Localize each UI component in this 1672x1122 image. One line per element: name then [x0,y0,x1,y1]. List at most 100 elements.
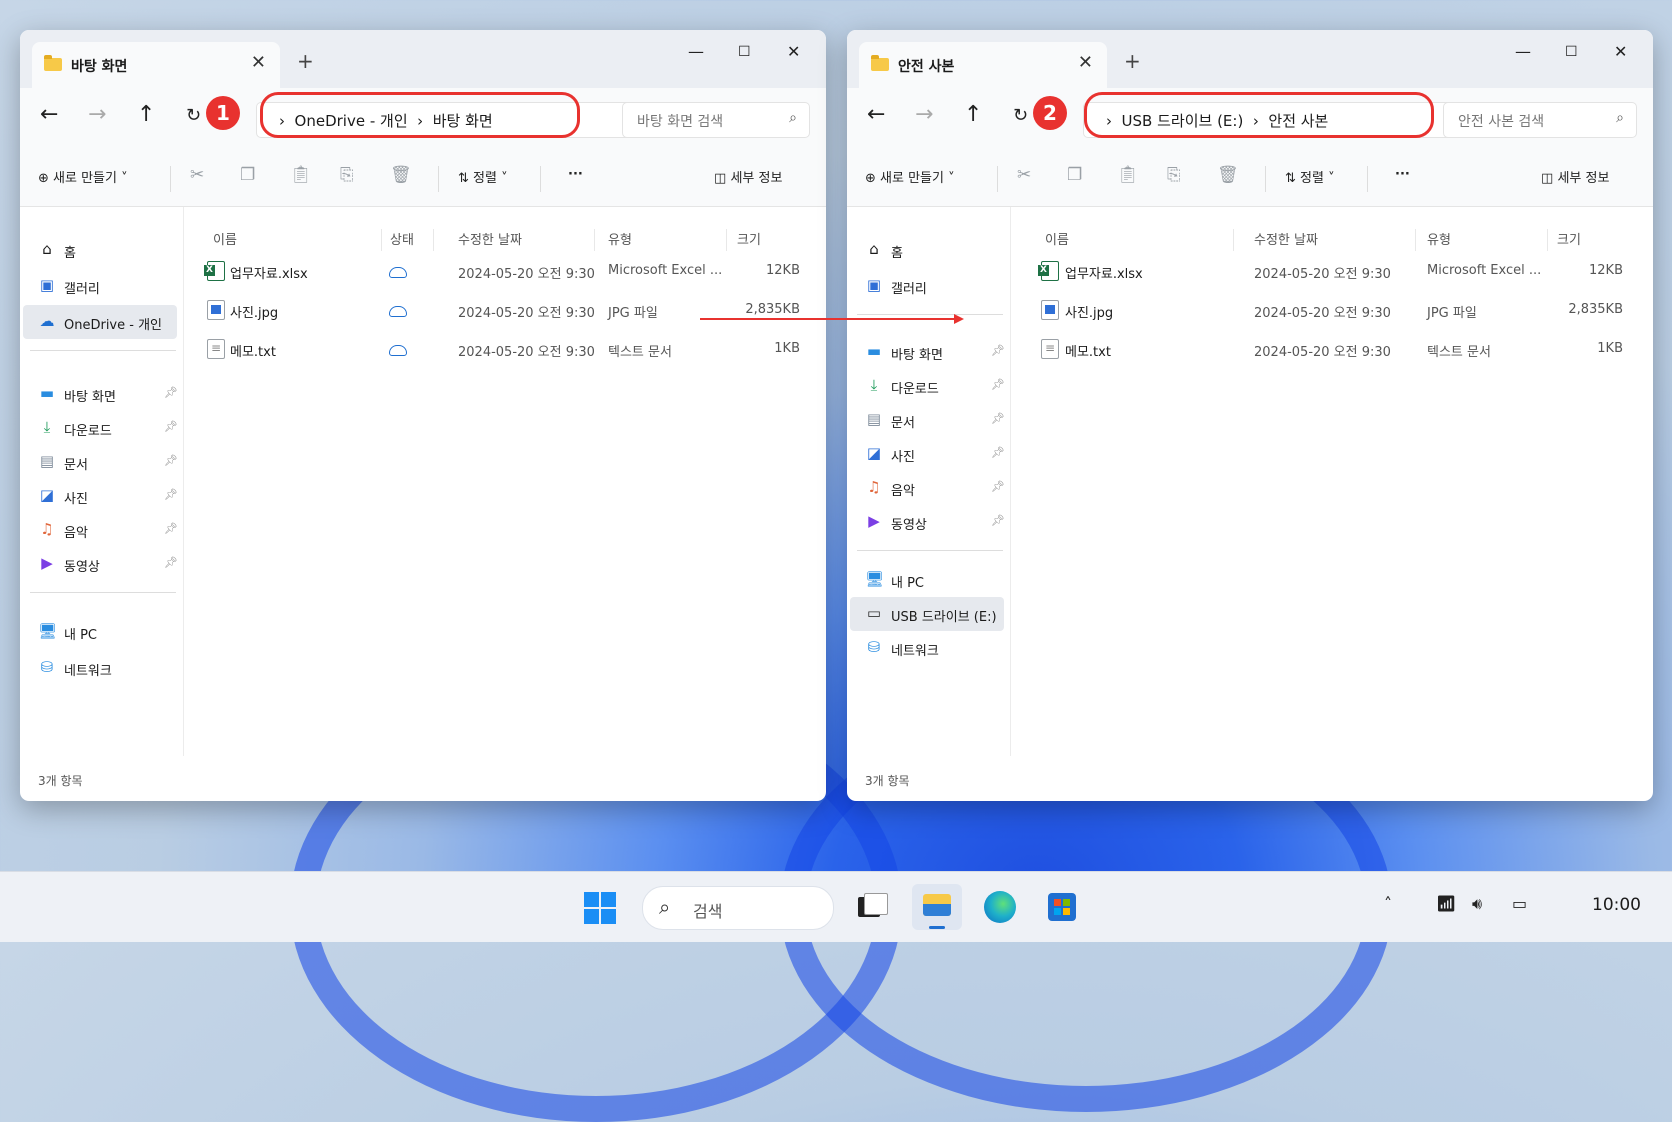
refresh-icon[interactable]: ↻ [1013,105,1028,126]
close-tab-icon[interactable]: ✕ [1078,52,1093,73]
pc-icon: 🖥︎ [38,622,58,640]
sidebar-item-documents[interactable]: ▤ 문서 📌︎ [865,403,1007,437]
taskbar-search[interactable]: ⌕ 검색 [642,886,834,930]
pin-icon: 📌︎ [991,514,1005,527]
column-header-status[interactable]: 상태 [390,229,414,248]
minimize-icon[interactable]: — [1515,42,1531,61]
excel-file-icon [1038,261,1059,281]
maximize-icon[interactable]: ☐ [1565,44,1578,60]
minimize-icon[interactable]: — [688,42,704,61]
forward-icon[interactable]: → [88,102,106,127]
sidebar-item-videos[interactable]: ▶ 동영상 📌︎ [38,547,180,581]
sidebar-item-gallery[interactable]: ▣ 갤러리 [38,269,180,303]
column-header-date[interactable]: 수정한 날짜 [1254,229,1318,248]
battery-icon[interactable]: ▭ [1512,894,1527,913]
search-box[interactable]: 바탕 화면 검색 ⌕ [622,102,810,138]
file-date: 2024-05-20 오전 9:30 [1254,306,1391,321]
column-header-type[interactable]: 유형 [1427,229,1451,248]
sidebar-item-desktop[interactable]: ▬ 바탕 화면 📌︎ [865,335,1007,369]
clock[interactable]: 10:00 [1592,895,1641,915]
sidebar-item-pictures[interactable]: ◪ 사진 📌︎ [865,437,1007,471]
column-header-type[interactable]: 유형 [608,229,632,248]
new-tab-icon[interactable]: + [1124,49,1141,73]
rename-icon[interactable]: ⎘ [1167,165,1181,185]
paste-icon[interactable]: 📋︎ [1117,165,1139,185]
sidebar-item-gallery[interactable]: ▣ 갤러리 [865,269,1007,303]
start-button[interactable] [584,892,616,924]
delete-icon[interactable]: 🗑︎ [1217,165,1239,185]
wifi-icon[interactable]: 📶︎ [1436,894,1456,913]
sidebar-item-documents[interactable]: ▤ 문서 📌︎ [38,445,180,479]
cut-icon[interactable]: ✂ [1017,165,1031,185]
sort-button[interactable]: ⇅ 정렬 ˅ [1285,167,1335,186]
volume-icon[interactable]: 🔊︎ [1472,894,1482,914]
rename-icon[interactable]: ⎘ [340,165,354,185]
tab-backup[interactable]: 안전 사본 ✕ [859,42,1107,88]
refresh-icon[interactable]: ↻ [186,105,201,126]
gallery-icon: ▣ [39,276,55,294]
maximize-icon[interactable]: ☐ [738,44,751,60]
forward-icon[interactable]: → [915,102,933,127]
text-file-icon [207,339,225,359]
details-button[interactable]: ◫ 세부 정보 [1541,167,1609,186]
pane-divider [1010,207,1011,756]
search-box[interactable]: 안전 사본 검색 ⌕ [1443,102,1637,138]
copy-icon[interactable]: ❐ [1067,165,1082,185]
pin-icon: 📌︎ [991,378,1005,391]
tab-desktop[interactable]: 바탕 화면 ✕ [32,42,280,88]
back-icon[interactable]: ← [40,102,58,127]
column-header-date[interactable]: 수정한 날짜 [458,229,522,248]
paste-icon[interactable]: 📋︎ [290,165,312,185]
close-window-icon[interactable]: ✕ [1614,42,1627,61]
delete-icon[interactable]: 🗑︎ [390,165,412,185]
column-header-size[interactable]: 크기 [737,229,761,248]
task-view-icon[interactable] [852,887,892,927]
chevron-up-icon[interactable]: ˄ [1384,894,1392,913]
store-icon[interactable] [1042,887,1082,927]
up-icon[interactable]: ↑ [137,102,155,127]
pin-icon: 📌︎ [991,446,1005,459]
search-icon: ⌕ [1616,110,1624,126]
sidebar-item-music[interactable]: ♫ 음악 📌︎ [38,513,180,547]
column-header-size[interactable]: 크기 [1557,229,1581,248]
pin-icon: 📌︎ [991,480,1005,493]
sidebar-label: 동영상 [64,560,100,575]
sidebar-item-network[interactable]: ⛁ 네트워크 [38,651,180,685]
column-header-name[interactable]: 이름 [1045,229,1069,248]
sidebar-item-pictures[interactable]: ◪ 사진 📌︎ [38,479,180,513]
image-file-icon [1041,300,1059,320]
close-window-icon[interactable]: ✕ [787,42,800,61]
sidebar-item-home[interactable]: ⌂ 홈 [38,233,180,267]
cut-icon[interactable]: ✂ [190,165,204,185]
sidebar-item-home[interactable]: ⌂ 홈 [865,233,1007,267]
sidebar-item-downloads[interactable]: ⤓ 다운로드 📌︎ [865,369,1007,403]
sort-button[interactable]: ⇅ 정렬 ˅ [458,167,508,186]
sidebar-item-network[interactable]: ⛁ 네트워크 [865,631,1007,665]
new-button[interactable]: ⊕ 새로 만들기 ˅ [865,167,955,186]
column-header-name[interactable]: 이름 [213,229,237,248]
network-icon: ⛁ [40,658,54,676]
file-type: 텍스트 문서 [608,345,672,360]
sidebar-item-usb-drive[interactable]: ▭ USB 드라이브 (E:) [850,597,1004,631]
new-tab-icon[interactable]: + [297,49,314,73]
file-explorer-taskbar-icon[interactable] [912,884,962,930]
copy-icon[interactable]: ❐ [240,165,255,185]
sidebar-item-videos[interactable]: ▶ 동영상 📌︎ [865,505,1007,539]
divider [438,166,439,192]
sidebar-item-downloads[interactable]: ⤓ 다운로드 📌︎ [38,411,180,445]
sidebar-item-music[interactable]: ♫ 음악 📌︎ [865,471,1007,505]
edge-browser-icon[interactable] [980,887,1020,927]
divider [857,550,1003,551]
close-tab-icon[interactable]: ✕ [251,52,266,73]
details-button[interactable]: ◫ 세부 정보 [714,167,782,186]
sidebar-item-onedrive[interactable]: ☁ OneDrive - 개인 [23,305,177,339]
back-icon[interactable]: ← [867,102,885,127]
sidebar-label: 음악 [891,484,915,499]
new-button[interactable]: ⊕ 새로 만들기 ˅ [38,167,128,186]
up-icon[interactable]: ↑ [964,102,982,127]
more-options-button[interactable]: ··· [1395,167,1410,182]
sidebar-item-this-pc[interactable]: 🖥︎ 내 PC [38,615,180,649]
sidebar-item-desktop[interactable]: ▬ 바탕 화면 📌︎ [38,377,180,411]
sidebar-item-this-pc[interactable]: 🖥︎ 내 PC [865,563,1007,597]
more-options-button[interactable]: ··· [568,167,583,182]
